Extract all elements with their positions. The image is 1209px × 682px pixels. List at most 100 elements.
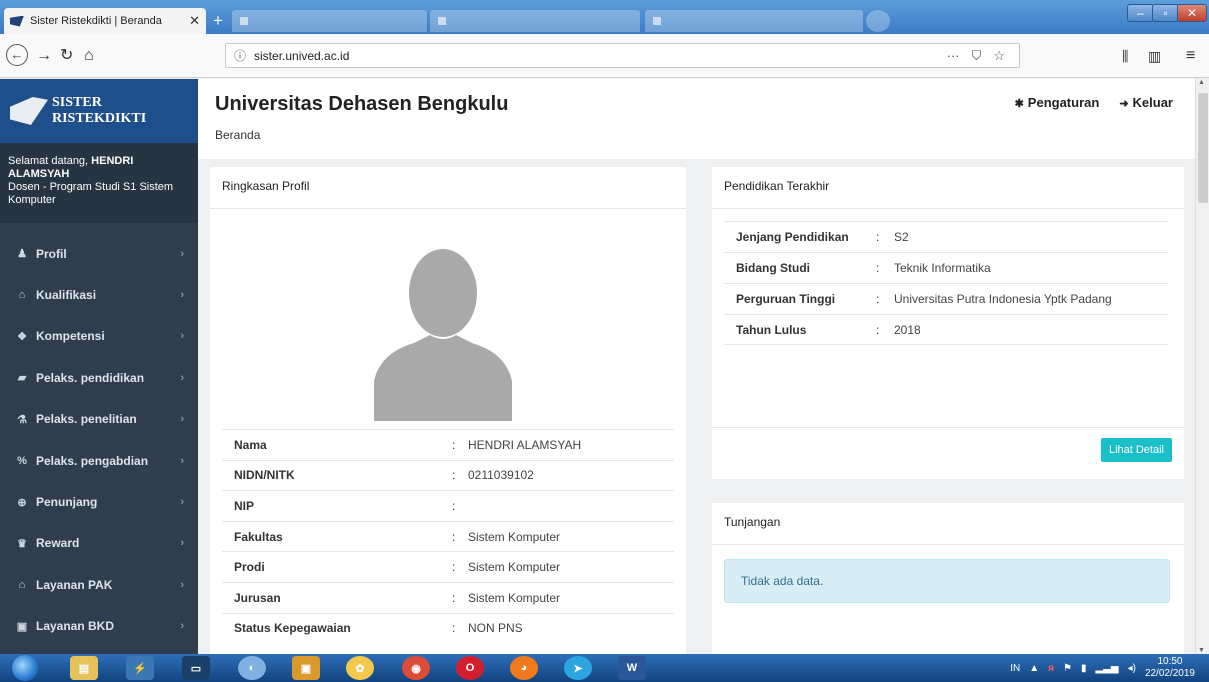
windows-taskbar: ▤ ⚡ ▭ ◐ ▣ ✿ ◉ O ◕ ➤ W IN ▲ ᴙ ⚑ ▮ ▂▃▅ ◂) … <box>0 654 1209 682</box>
sidebar-item-kualifikasi[interactable]: ⌂ Kualifikasi › <box>0 274 198 315</box>
table-row: NIP: <box>222 490 674 521</box>
minimize-icon[interactable]: – <box>1127 4 1154 22</box>
scrollbar-thumb[interactable] <box>1198 93 1208 203</box>
chrome-icon[interactable]: ◉ <box>402 656 430 680</box>
separator: : <box>876 230 880 244</box>
support-icon: ⊕ <box>17 496 27 509</box>
sidebar-item-pelaks-penelitian[interactable]: ⚗ Pelaks. penelitian › <box>0 399 198 440</box>
logout-link[interactable]: ➜ Keluar <box>1119 95 1173 110</box>
page-header: Universitas Dehasen Bengkulu Beranda ✱ Pe… <box>198 79 1195 159</box>
chevron-right-icon: › <box>180 496 184 509</box>
media-app-icon[interactable]: ✿ <box>346 656 374 680</box>
chevron-right-icon: › <box>180 413 184 426</box>
chevron-right-icon: › <box>180 371 184 384</box>
view-detail-button[interactable]: Lihat Detail <box>1100 438 1172 462</box>
clock[interactable]: 10:50 22/02/2019 <box>1145 656 1195 680</box>
file-explorer-icon[interactable]: ▤ <box>70 656 98 680</box>
home-icon[interactable]: ⌂ <box>84 46 94 66</box>
new-tab-icon[interactable]: + <box>209 12 227 30</box>
sidebar-item-layanan-bkd[interactable]: ▣ Layanan BKD › <box>0 606 198 647</box>
sidebar-item-reward[interactable]: ♛ Reward › <box>0 523 198 564</box>
sidebar-item-profil[interactable]: ♟ Profil › <box>0 233 198 274</box>
sidebar-item-pelaks-pendidikan[interactable]: ▰ Pelaks. pendidikan › <box>0 357 198 398</box>
vertical-scrollbar[interactable]: ▲ ▼ <box>1195 79 1209 654</box>
lock-app-icon[interactable]: ▣ <box>292 656 320 680</box>
chevron-right-icon: › <box>180 289 184 302</box>
separator: : <box>452 621 456 636</box>
background-tab[interactable] <box>866 10 890 32</box>
field-label: Perguruan Tinggi <box>736 292 836 306</box>
field-label: Status Kepegawaian <box>234 621 351 636</box>
star-icon[interactable]: ☆ <box>993 48 1005 64</box>
separator: : <box>452 437 456 452</box>
word-icon[interactable]: W <box>618 656 646 680</box>
scroll-down-icon[interactable]: ▼ <box>1198 647 1205 654</box>
sidebar-toggle-icon[interactable]: ▥ <box>1148 46 1161 66</box>
action-center-flag-icon[interactable]: ⚑ <box>1063 663 1072 674</box>
opera-icon[interactable]: O <box>456 656 484 680</box>
card-title: Ringkasan Profil <box>210 167 686 209</box>
clock-date: 22/02/2019 <box>1144 668 1195 679</box>
sidebar-item-label: Layanan PAK <box>36 577 113 592</box>
field-label: Tahun Lulus <box>736 322 807 337</box>
settings-link[interactable]: ✱ Pengaturan <box>1015 95 1100 110</box>
background-tab[interactable] <box>232 10 427 32</box>
sidebar-item-kompetensi[interactable]: ❖ Kompetensi › <box>0 316 198 357</box>
book-icon: ▰ <box>17 372 27 385</box>
show-hidden-icons-icon[interactable]: ▲ <box>1029 663 1039 674</box>
brand-logo[interactable]: SISTER RISTEKDIKTI <box>0 79 198 143</box>
ellipsis-icon[interactable]: ··· <box>947 48 960 64</box>
profile-table: Nama: HENDRI ALAMSYAH NIDN/NITK:021103910… <box>222 429 674 643</box>
back-icon[interactable]: ← <box>6 44 28 66</box>
telegram-icon[interactable]: ➤ <box>564 656 592 680</box>
empty-data-alert: Tidak ada data. <box>724 559 1170 603</box>
close-window-icon[interactable]: ✕ <box>1177 4 1207 22</box>
battery-icon[interactable]: ▮ <box>1081 663 1087 674</box>
signal-icon[interactable]: ▂▃▅ <box>1096 663 1119 674</box>
card-footer: Lihat Detail <box>712 427 1184 479</box>
gear-icon: ✱ <box>1014 98 1024 110</box>
start-button[interactable] <box>12 655 38 681</box>
antivirus-icon[interactable]: ᴙ <box>1048 663 1054 674</box>
field-value: S2 <box>894 230 909 244</box>
reload-icon[interactable]: ↻ <box>60 46 73 66</box>
computer-icon[interactable]: ▭ <box>182 656 210 680</box>
phone-app-icon[interactable]: ◐ <box>238 656 266 680</box>
language-indicator[interactable]: IN <box>1010 663 1020 674</box>
sidebar-item-penunjang[interactable]: ⊕ Penunjang › <box>0 481 198 522</box>
field-label: Nama <box>234 437 267 452</box>
logout-label: Keluar <box>1132 95 1173 110</box>
firefox-icon[interactable]: ◕ <box>510 656 538 680</box>
site-info-icon[interactable]: ⓘ <box>234 47 246 64</box>
forward-icon[interactable]: → <box>36 46 52 66</box>
maximize-icon[interactable]: ▫ <box>1152 4 1179 22</box>
percent-icon: % <box>17 454 27 467</box>
background-tab[interactable] <box>645 10 863 32</box>
breadcrumb[interactable]: Beranda <box>215 128 260 142</box>
field-label: Jurusan <box>234 590 281 605</box>
pocket-icon[interactable]: ⛉ <box>972 48 982 64</box>
field-value: Universitas Putra Indonesia Yptk Padang <box>894 292 1112 306</box>
field-label: NIP <box>234 498 255 513</box>
tab-title: Sister Ristekdikti | Beranda <box>30 15 162 27</box>
graduation-cap-icon: ⌂ <box>18 578 26 591</box>
menu-icon[interactable]: ≡ <box>1186 46 1195 66</box>
tab-active[interactable]: Sister Ristekdikti | Beranda ✕ <box>4 8 206 34</box>
scroll-up-icon[interactable]: ▲ <box>1198 79 1205 86</box>
library-icon[interactable]: ⫼ <box>1122 46 1128 66</box>
table-row: Fakultas: Sistem Komputer <box>222 520 674 552</box>
settings-label: Pengaturan <box>1027 95 1100 110</box>
close-tab-icon[interactable]: ✕ <box>189 13 200 29</box>
network-icon[interactable]: ⚡ <box>126 656 154 680</box>
background-tab[interactable] <box>430 10 640 32</box>
separator: : <box>452 529 456 544</box>
graduation-cap-icon: ⌂ <box>18 289 26 302</box>
chevron-right-icon: › <box>180 454 184 467</box>
sidebar-item-pelaks-pengabdian[interactable]: % Pelaks. pengabdian › <box>0 440 198 481</box>
volume-icon[interactable]: ◂) <box>1128 663 1136 674</box>
field-label: Bidang Studi <box>736 261 810 275</box>
sidebar-item-layanan-pak[interactable]: ⌂ Layanan PAK › <box>0 564 198 605</box>
separator: : <box>452 560 456 575</box>
address-bar[interactable]: ⓘ sister.unived.ac.id ··· ⛉ ☆ <box>225 43 1020 68</box>
chevron-right-icon: › <box>180 247 184 260</box>
